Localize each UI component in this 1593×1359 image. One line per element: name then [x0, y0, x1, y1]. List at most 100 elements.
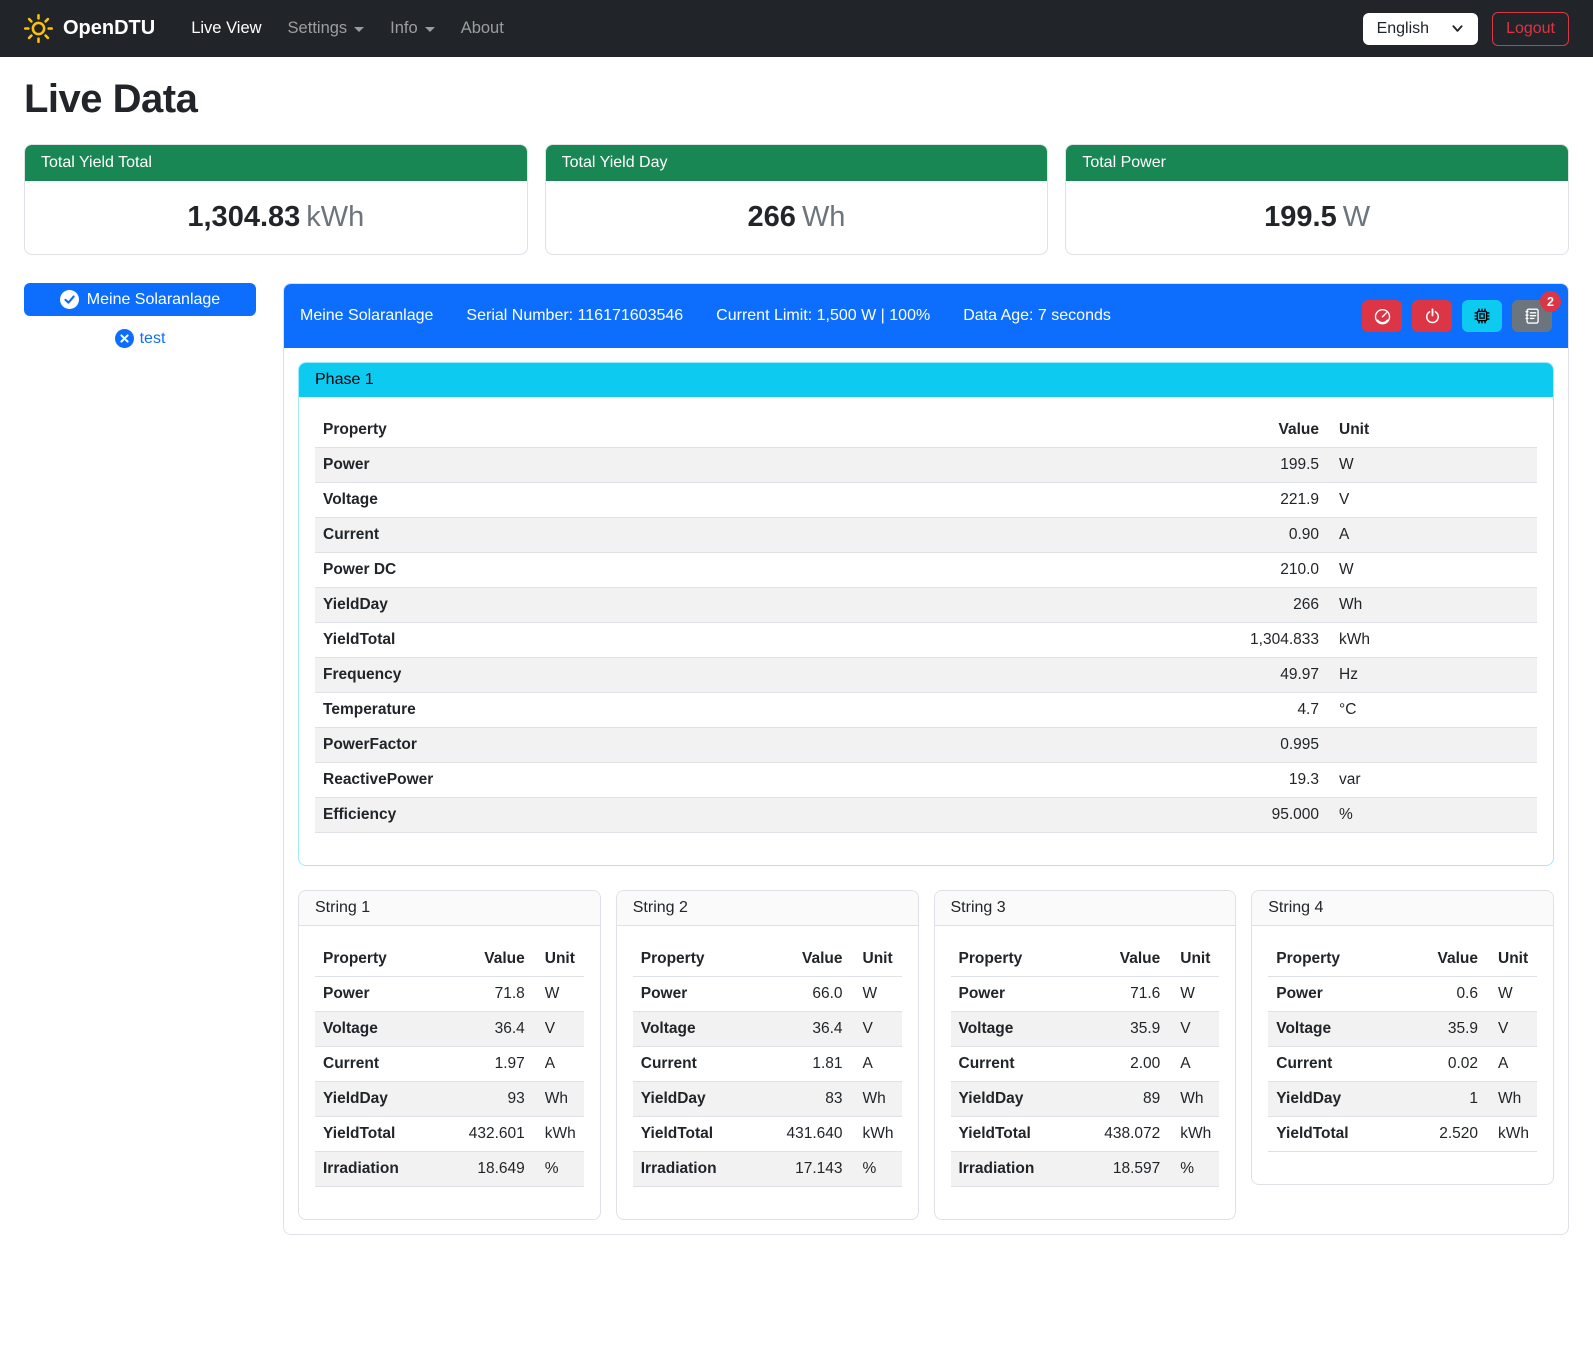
- value-cell: 0.995: [1237, 728, 1327, 763]
- value-cell: 266: [1237, 588, 1327, 623]
- events-count-badge: 2: [1540, 291, 1561, 312]
- navbar-right: English Logout: [1363, 12, 1569, 46]
- brand-label: OpenDTU: [63, 17, 155, 40]
- table-row: Current1.81A: [633, 1047, 902, 1082]
- unit-cell: kWh: [1486, 1117, 1537, 1152]
- brand-link[interactable]: OpenDTU: [24, 14, 155, 43]
- property-cell: Voltage: [633, 1012, 775, 1047]
- table-row: Current0.02A: [1268, 1047, 1537, 1082]
- value-cell: 35.9: [1092, 1012, 1168, 1047]
- table-row: Power0.6W: [1268, 977, 1537, 1012]
- event-log-button[interactable]: 2: [1512, 300, 1552, 332]
- summary-unit: Wh: [802, 201, 846, 233]
- table-row: Voltage35.9V: [1268, 1012, 1537, 1047]
- value-cell: 2.00: [1092, 1047, 1168, 1082]
- unit-cell: W: [1486, 977, 1537, 1012]
- inverter-card-header: Meine Solaranlage Serial Number: 1161716…: [284, 284, 1568, 348]
- property-cell: YieldDay: [951, 1082, 1093, 1117]
- property-cell: YieldTotal: [1268, 1117, 1410, 1152]
- string-card: String 4 Property Value Unit Power0.6WVo…: [1251, 890, 1554, 1185]
- value-cell: 35.9: [1410, 1012, 1486, 1047]
- language-select[interactable]: English: [1363, 13, 1478, 45]
- value-cell: 0.6: [1410, 977, 1486, 1012]
- sun-icon: [24, 14, 53, 43]
- nav-item-settings[interactable]: Settings: [278, 11, 375, 46]
- content-row: Meine Solaranlage test Meine Solaranlage…: [24, 283, 1569, 1235]
- summary-unit: W: [1343, 201, 1370, 233]
- property-cell: Irradiation: [633, 1152, 775, 1187]
- table-row: Efficiency95.000%: [315, 798, 1537, 833]
- unit-cell: V: [1168, 1012, 1219, 1047]
- value-cell: 4.7: [1237, 693, 1327, 728]
- table-row: YieldDay1Wh: [1268, 1082, 1537, 1117]
- summary-card-total-yield-total: Total Yield Total 1,304.83kWh: [24, 144, 528, 255]
- value-cell: 18.649: [457, 1152, 533, 1187]
- summary-value: 1,304.83: [187, 201, 300, 233]
- table-row: YieldTotal2.520kWh: [1268, 1117, 1537, 1152]
- inverter-select-button[interactable]: Meine Solaranlage: [24, 283, 256, 316]
- value-cell: 89: [1092, 1082, 1168, 1117]
- nav-item-info[interactable]: Info: [380, 11, 445, 46]
- property-cell: YieldDay: [633, 1082, 775, 1117]
- inverter-serial: Serial Number: 116171603546: [466, 307, 683, 325]
- table-row: Frequency49.97Hz: [315, 658, 1537, 693]
- phase-panel: Phase 1 Property Value Unit Power199.5WV…: [298, 362, 1554, 866]
- string-table: Property Value Unit Power71.6WVoltage35.…: [951, 942, 1220, 1187]
- nav-label: Live View: [191, 19, 261, 38]
- nav-item-live-view[interactable]: Live View: [181, 11, 271, 46]
- main-nav: Live View Settings Info About: [181, 11, 514, 46]
- unit-cell: Hz: [1327, 658, 1537, 693]
- property-cell: Voltage: [1268, 1012, 1410, 1047]
- column-header-property: Property: [951, 942, 1093, 977]
- column-header-unit: Unit: [533, 942, 584, 977]
- value-cell: 95.000: [1237, 798, 1327, 833]
- table-row: Current2.00A: [951, 1047, 1220, 1082]
- table-row: Irradiation17.143%: [633, 1152, 902, 1187]
- power-icon: [1424, 308, 1441, 325]
- table-row: Power199.5W: [315, 448, 1537, 483]
- power-button[interactable]: [1412, 300, 1452, 332]
- summary-card-title: Total Yield Day: [546, 145, 1048, 181]
- column-header-unit: Unit: [851, 942, 902, 977]
- inverter-item-test[interactable]: test: [24, 329, 256, 348]
- unit-cell: W: [533, 977, 584, 1012]
- value-cell: 0.90: [1237, 518, 1327, 553]
- unit-cell: %: [851, 1152, 902, 1187]
- column-header-property: Property: [315, 413, 1237, 448]
- device-info-button[interactable]: [1462, 300, 1502, 332]
- value-cell: 18.597: [1092, 1152, 1168, 1187]
- table-row: YieldTotal438.072kWh: [951, 1117, 1220, 1152]
- phase-panel-title: Phase 1: [299, 363, 1553, 397]
- phase-table: Property Value Unit Power199.5WVoltage22…: [315, 413, 1537, 833]
- property-cell: Power: [1268, 977, 1410, 1012]
- property-cell: YieldDay: [1268, 1082, 1410, 1117]
- property-cell: Current: [951, 1047, 1093, 1082]
- nav-item-about[interactable]: About: [451, 11, 514, 46]
- unit-cell: Wh: [1486, 1082, 1537, 1117]
- table-row: Current1.97A: [315, 1047, 584, 1082]
- property-cell: Current: [315, 1047, 457, 1082]
- summary-card-title: Total Power: [1066, 145, 1568, 181]
- property-cell: YieldDay: [315, 588, 1237, 623]
- logout-button[interactable]: Logout: [1492, 12, 1569, 46]
- limit-settings-button[interactable]: [1362, 300, 1402, 332]
- property-cell: Power: [633, 977, 775, 1012]
- value-cell: 438.072: [1092, 1117, 1168, 1152]
- unit-cell: kWh: [1168, 1117, 1219, 1152]
- string-card-title: String 4: [1252, 891, 1553, 926]
- inverter-limit: Current Limit: 1,500 W | 100%: [716, 307, 930, 325]
- inverter-name: Meine Solaranlage: [300, 307, 433, 325]
- value-cell: 0.02: [1410, 1047, 1486, 1082]
- table-row: Power71.8W: [315, 977, 584, 1012]
- column-header-unit: Unit: [1168, 942, 1219, 977]
- string-card-title: String 3: [935, 891, 1236, 926]
- unit-cell: kWh: [533, 1117, 584, 1152]
- value-cell: 1.81: [775, 1047, 851, 1082]
- inverter-card-body: Phase 1 Property Value Unit Power199.5WV…: [284, 348, 1568, 1234]
- value-cell: 66.0: [775, 977, 851, 1012]
- unit-cell: °C: [1327, 693, 1537, 728]
- unit-cell: kWh: [1327, 623, 1537, 658]
- value-cell: 1: [1410, 1082, 1486, 1117]
- string-card: String 3 Property Value Unit Power71.6WV…: [934, 890, 1237, 1220]
- unit-cell: %: [1327, 798, 1537, 833]
